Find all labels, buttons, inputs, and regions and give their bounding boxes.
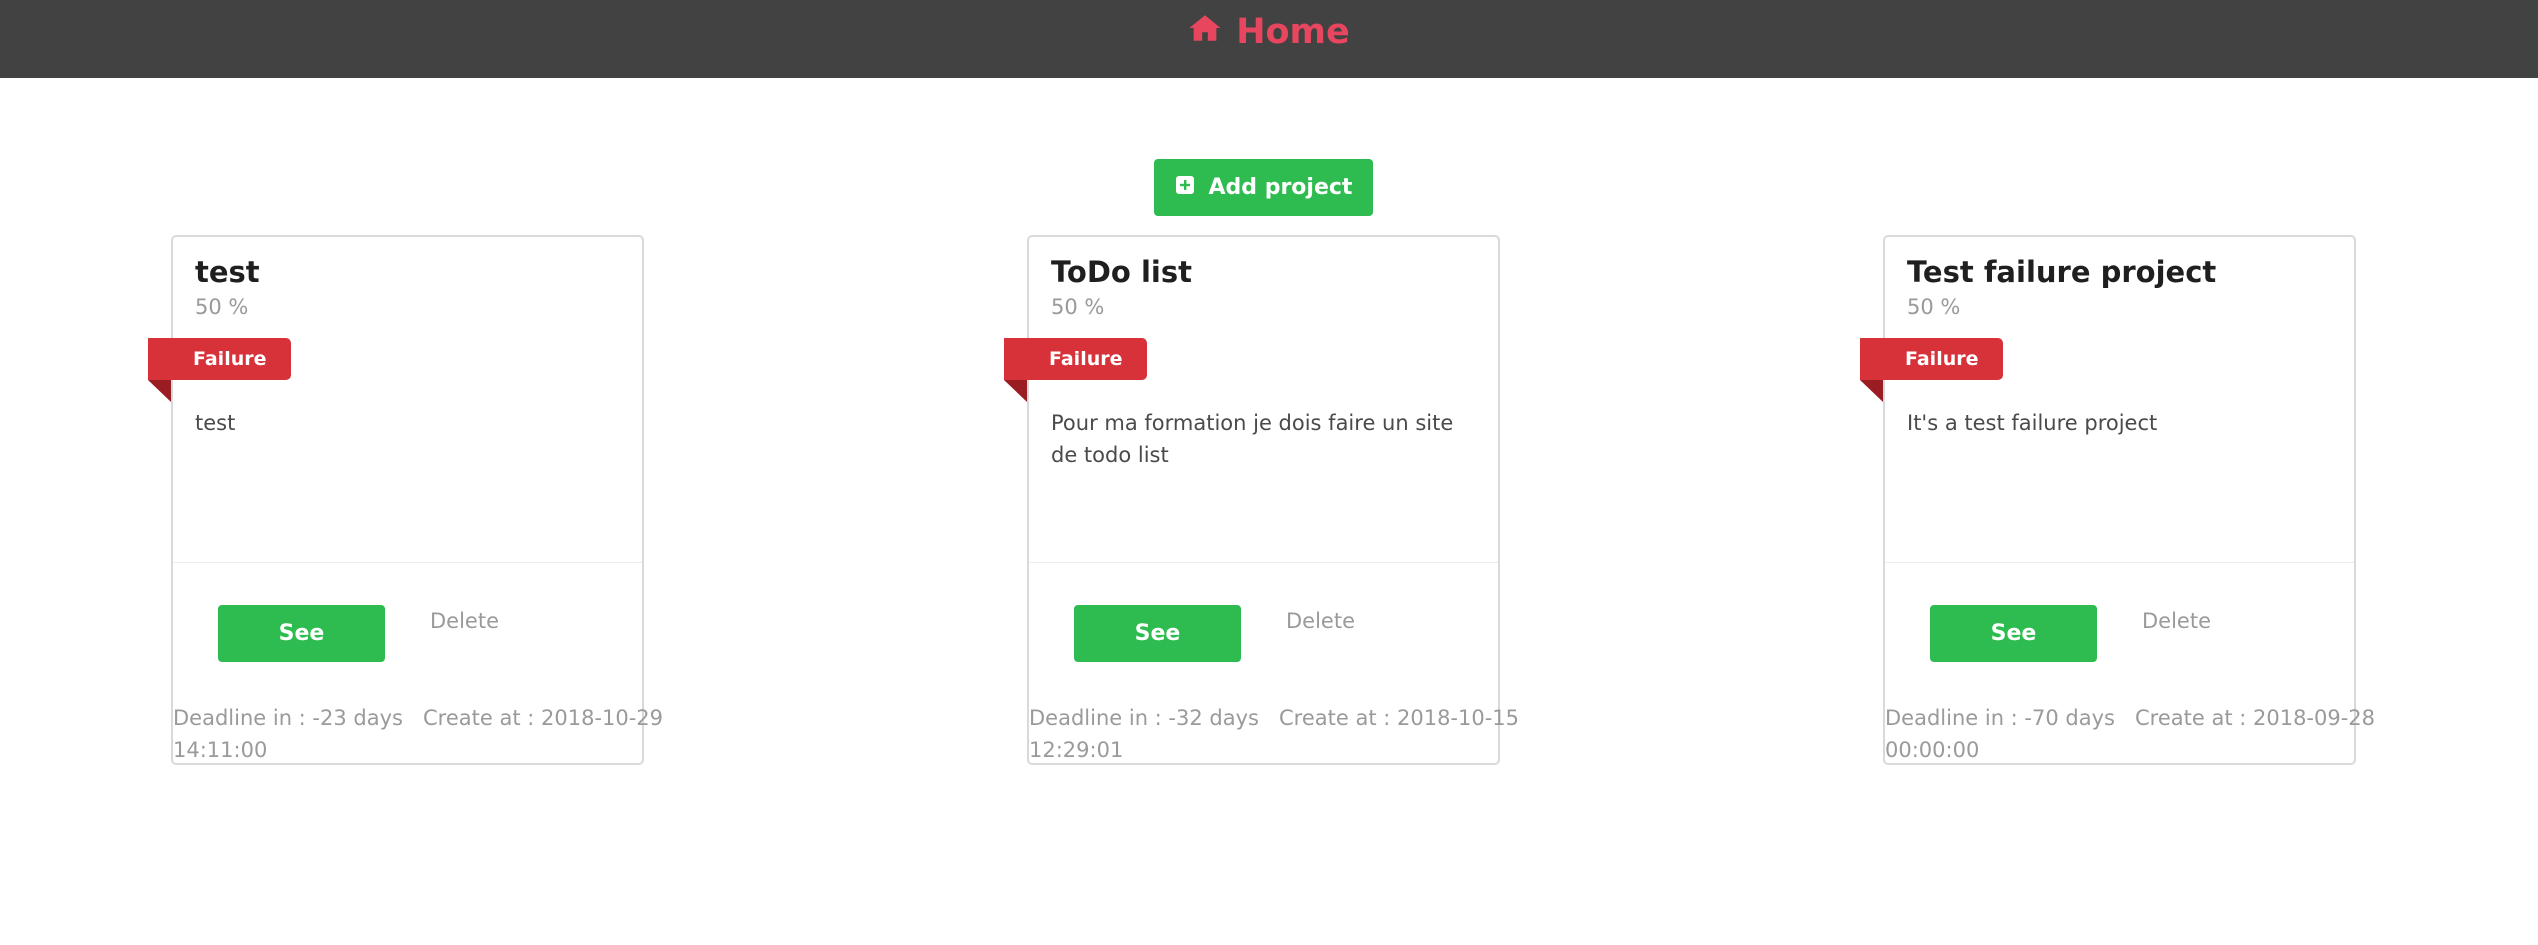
plus-square-icon xyxy=(1175,175,1195,201)
delete-link[interactable]: Delete xyxy=(2142,609,2211,633)
home-icon xyxy=(1188,11,1222,54)
project-title: Test failure project xyxy=(1907,255,2217,289)
home-title: Home xyxy=(1236,12,1350,52)
deadline-text: Deadline in : -70 days Create at : 2018-… xyxy=(1885,706,2376,730)
project-progress: 50 % xyxy=(1051,295,1105,319)
delete-link[interactable]: Delete xyxy=(1286,609,1355,633)
project-description: test xyxy=(195,411,236,435)
delete-link[interactable]: Delete xyxy=(430,609,499,633)
deadline-text: Deadline in : -32 days Create at : 2018-… xyxy=(1029,706,1520,730)
card-divider xyxy=(173,562,642,563)
see-button[interactable]: See xyxy=(1930,605,2097,662)
see-button[interactable]: See xyxy=(218,605,385,662)
project-title: test xyxy=(195,255,260,289)
status-badge: Failure xyxy=(1004,338,1147,380)
top-navbar: Home xyxy=(0,0,2538,78)
ribbon-fold xyxy=(1860,380,1883,402)
deadline-text: Deadline in : -23 days Create at : 2018-… xyxy=(173,706,664,730)
project-dates: Deadline in : -32 days Create at : 2018-… xyxy=(1029,702,1520,766)
created-time: 12:29:01 xyxy=(1029,738,1124,762)
card-divider xyxy=(1029,562,1498,563)
project-card: ToDo list 50 % Failure Pour ma formation… xyxy=(1004,235,1520,766)
project-card: Test failure project 50 % Failure It's a… xyxy=(1860,235,2376,766)
status-badge: Failure xyxy=(148,338,291,380)
add-project-label: Add project xyxy=(1208,175,1353,200)
project-description: Pour ma formation je dois faire un site … xyxy=(1051,411,1454,467)
created-time: 00:00:00 xyxy=(1885,738,1980,762)
project-dates: Deadline in : -23 days Create at : 2018-… xyxy=(173,702,664,766)
project-description: It's a test failure project xyxy=(1907,411,2158,435)
add-project-button[interactable]: Add project xyxy=(1154,159,1373,216)
home-link[interactable]: Home xyxy=(1188,11,1350,54)
card-divider xyxy=(1885,562,2354,563)
ribbon-fold xyxy=(1004,380,1027,402)
project-progress: 50 % xyxy=(195,295,249,319)
project-dates: Deadline in : -70 days Create at : 2018-… xyxy=(1885,702,2376,766)
project-progress: 50 % xyxy=(1907,295,1961,319)
status-badge: Failure xyxy=(1860,338,2003,380)
created-time: 14:11:00 xyxy=(173,738,268,762)
project-title: ToDo list xyxy=(1051,255,1192,289)
see-button[interactable]: See xyxy=(1074,605,1241,662)
ribbon-fold xyxy=(148,380,171,402)
project-card: test 50 % Failure test See Delete Deadli… xyxy=(148,235,664,766)
